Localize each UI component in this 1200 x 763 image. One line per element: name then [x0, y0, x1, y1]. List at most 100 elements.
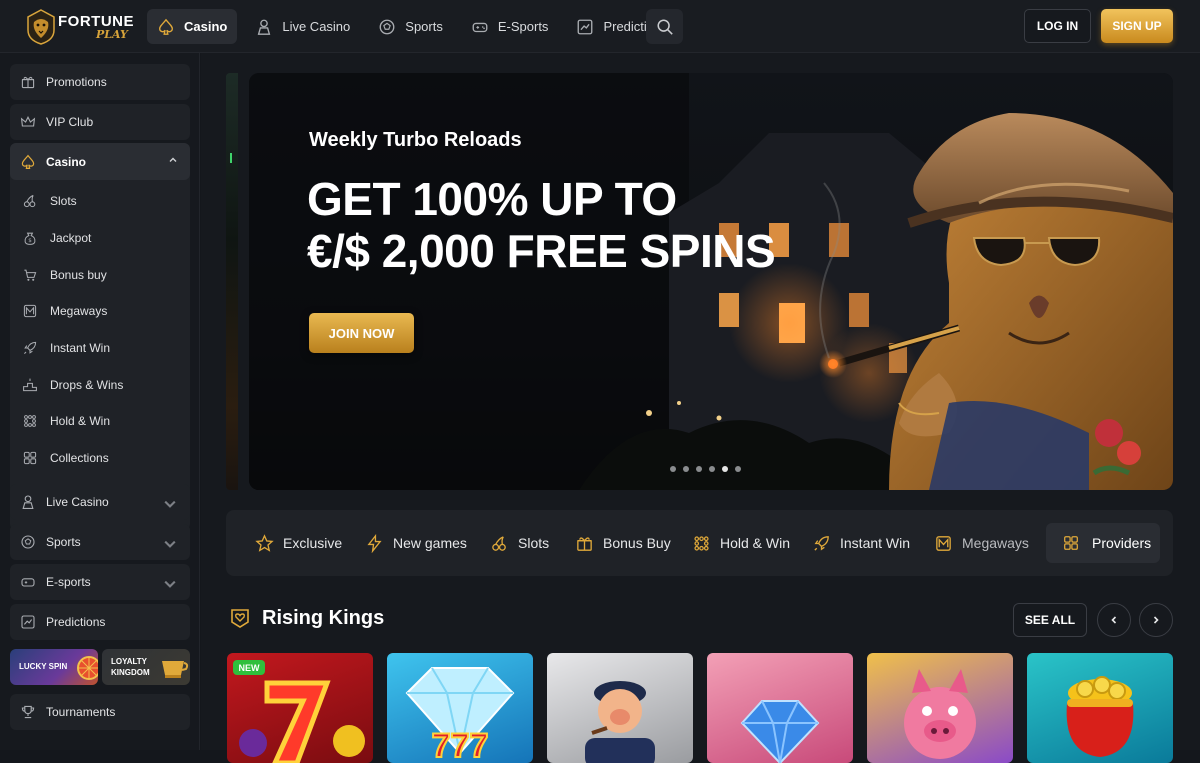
nav-sports[interactable]: Sports: [368, 9, 453, 44]
nav-live-casino[interactable]: Live Casino: [245, 9, 360, 44]
search-button[interactable]: [646, 9, 683, 44]
category-slots[interactable]: Slots: [490, 532, 549, 554]
banner-headline: GET 100% UP TO €/$ 2,000 FREE SPINS: [307, 173, 827, 277]
nav-casino-label: Casino: [184, 19, 228, 34]
sidebar-subitem-instant-win[interactable]: Instant Win: [22, 338, 110, 358]
lucky-spin-tile[interactable]: LUCKY SPIN: [10, 649, 98, 685]
carousel-dot[interactable]: [670, 466, 676, 472]
gamepad-icon: [21, 578, 35, 587]
sidebar-subitem-label: Slots: [50, 194, 77, 208]
carousel-dot-active[interactable]: [722, 466, 728, 472]
rocket-icon: [814, 535, 829, 551]
chart-icon: [21, 615, 35, 629]
section-title-text: Rising Kings: [262, 606, 385, 629]
sidebar-subitem-slots[interactable]: Slots: [22, 191, 77, 211]
fortune-play-logo[interactable]: FORTUNE PLAY: [24, 8, 136, 46]
dots-grid-icon: [694, 535, 709, 551]
trophy-icon: [21, 705, 35, 719]
sidebar-item-vip-club[interactable]: VIP Club: [10, 104, 190, 140]
sidebar-item-promotions[interactable]: Promotions: [10, 64, 190, 100]
main-nav: Casino Live Casino Sports E-Sports Predi…: [147, 9, 678, 45]
sidebar-item-live-casino[interactable]: Live Casino: [10, 484, 190, 520]
see-all-button[interactable]: SEE ALL: [1013, 603, 1087, 637]
sidebar-item-casino[interactable]: Casino: [10, 143, 190, 180]
category-bonus-buy[interactable]: Bonus Buy: [575, 532, 671, 554]
gift-icon: [577, 536, 592, 551]
sidebar-subitem-jackpot[interactable]: $ Jackpot: [22, 228, 91, 248]
megaways-icon: [23, 304, 37, 318]
sidebar-casino-group: Casino Slots $ Jackpot Bonus buy Megaway…: [10, 143, 190, 530]
join-now-button[interactable]: JOIN NOW: [309, 313, 414, 353]
sidebar-subitem-label: Megaways: [50, 304, 108, 318]
nav-casino[interactable]: Casino: [147, 9, 238, 44]
dots-grid-icon: [24, 415, 36, 427]
prev-arrow-button[interactable]: [1097, 603, 1131, 637]
category-label: Providers: [1092, 535, 1152, 551]
nav-esports[interactable]: E-Sports: [461, 9, 559, 44]
category-exclusive[interactable]: Exclusive: [255, 532, 342, 554]
hero-banner[interactable]: Weekly Turbo Reloads GET 100% UP TO €/$ …: [249, 73, 1173, 490]
game-tile[interactable]: 777: [387, 653, 533, 763]
wheel-icon: [77, 656, 98, 680]
sidebar-subitem-label: Instant Win: [50, 341, 111, 355]
signup-button[interactable]: SIGN UP: [1101, 9, 1173, 43]
category-providers[interactable]: Providers: [1046, 523, 1160, 563]
star-icon: [255, 533, 274, 552]
top-header: FORTUNE PLAY Casino Live Casino Sports E…: [0, 0, 1200, 53]
sidebar-subitem-hold-win[interactable]: Hold & Win: [22, 411, 110, 431]
prev-banner-peek[interactable]: [226, 73, 238, 490]
game-tile[interactable]: [867, 653, 1013, 763]
chevron-down-icon: [164, 540, 176, 548]
logo-subtext: PLAY: [96, 28, 128, 41]
sidebar-item-esports[interactable]: E-sports: [10, 564, 190, 600]
gold-pot-artwork: [1066, 676, 1134, 757]
loyalty-kingdom-tile[interactable]: LOYALTY KINGDOM: [102, 649, 190, 685]
gift-icon: [21, 76, 35, 89]
sidebar-subitem-bonus-buy[interactable]: Bonus buy: [22, 265, 107, 285]
category-instant-win[interactable]: Instant Win: [812, 532, 910, 554]
category-new-games[interactable]: New games: [365, 532, 467, 554]
sidebar-item-predictions[interactable]: Predictions: [10, 604, 190, 640]
lion-logo-icon: [27, 9, 55, 45]
trophy-cup-icon: [162, 661, 189, 678]
grid-icon: [1064, 536, 1078, 550]
category-label: Bonus Buy: [603, 535, 671, 551]
next-arrow-button[interactable]: [1139, 603, 1173, 637]
game-tile[interactable]: [1027, 653, 1173, 763]
blue-gem-artwork: [740, 700, 820, 763]
chevron-left-icon: [1111, 616, 1117, 624]
sidebar-item-label: E-sports: [46, 575, 91, 589]
sidebar-item-label: Promotions: [46, 75, 107, 89]
podium-icon: [23, 378, 37, 392]
category-label: New games: [393, 535, 467, 551]
sidebar-item-sports[interactable]: Sports: [10, 524, 190, 560]
chart-icon: [578, 19, 593, 34]
category-megaways[interactable]: Megaways: [934, 532, 1029, 554]
cherries-icon: [492, 535, 506, 551]
category-label: Instant Win: [840, 535, 911, 551]
sidebar: Promotions VIP Club Casino Slots $ Jackp…: [0, 53, 200, 750]
carousel-dot[interactable]: [683, 466, 689, 472]
login-button[interactable]: LOG IN: [1024, 9, 1091, 43]
carousel-dot[interactable]: [696, 466, 702, 472]
game-tile[interactable]: NEW: [227, 653, 373, 763]
spade-icon: [21, 154, 35, 169]
carousel-dot[interactable]: [709, 466, 715, 472]
sidebar-item-label: Predictions: [46, 615, 106, 629]
sidebar-subitem-collections[interactable]: Collections: [22, 448, 109, 468]
cherries-icon: [23, 194, 36, 208]
sidebar-subitem-label: Hold & Win: [50, 414, 111, 428]
sidebar-subitem-label: Jackpot: [50, 231, 92, 245]
game-tile[interactable]: [547, 653, 693, 763]
carousel-dot[interactable]: [735, 466, 741, 472]
sidebar-subitem-label: Drops & Wins: [50, 378, 124, 392]
nav-live-casino-label: Live Casino: [282, 19, 351, 34]
category-hold-win[interactable]: Hold & Win: [692, 532, 790, 554]
carousel-dots: [670, 466, 741, 472]
sidebar-subitem-megaways[interactable]: Megaways: [22, 301, 107, 321]
sidebar-subitem-drops-wins[interactable]: Drops & Wins: [22, 375, 123, 395]
sidebar-item-tournaments[interactable]: Tournaments: [10, 694, 190, 730]
game-tile[interactable]: [707, 653, 853, 763]
sidebar-item-label: VIP Club: [46, 115, 94, 129]
spade-icon: [159, 18, 173, 35]
